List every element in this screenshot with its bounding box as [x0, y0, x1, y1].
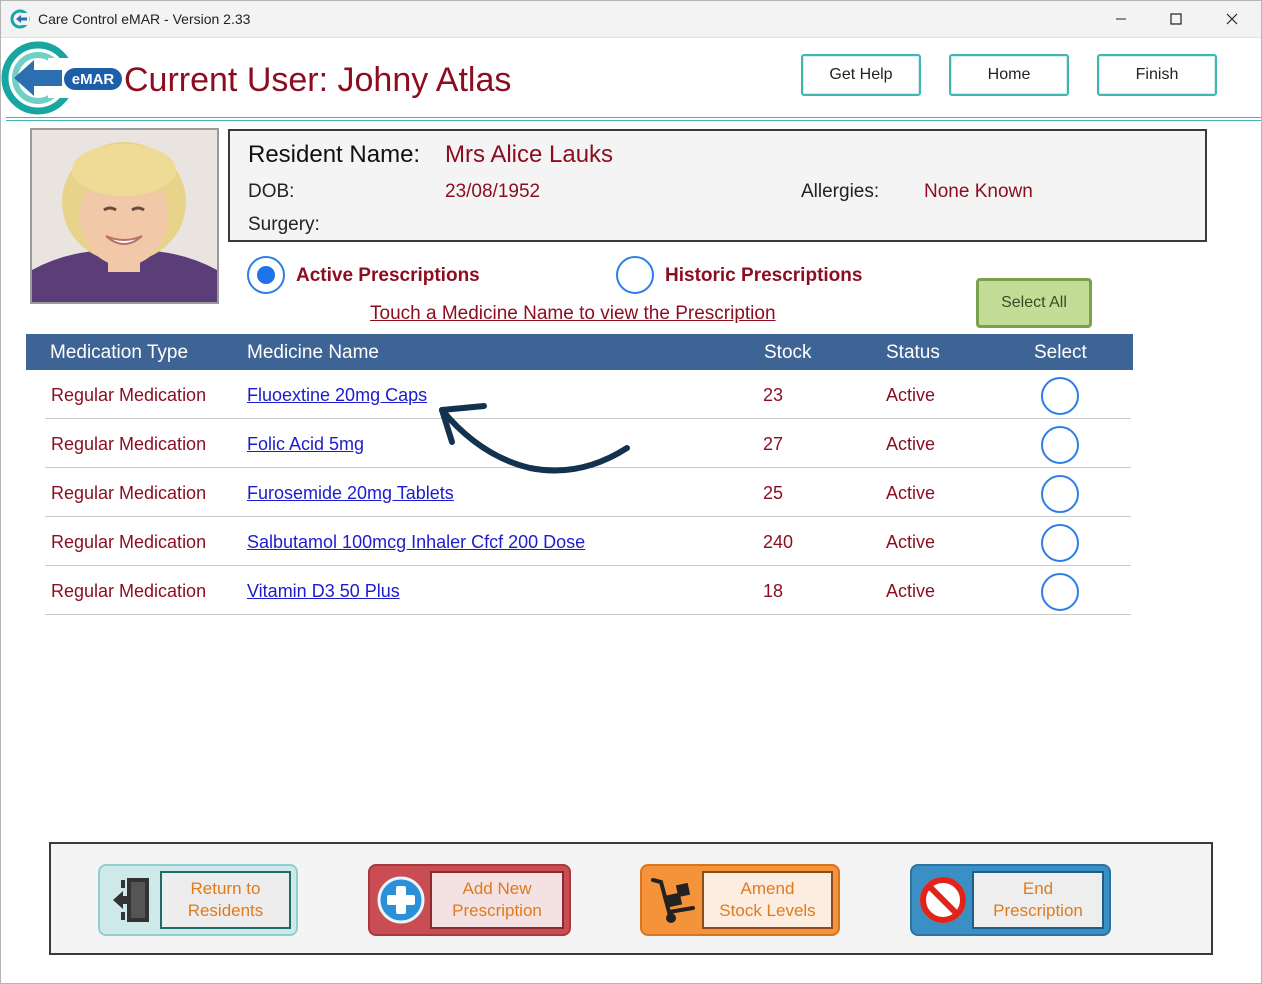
header-divider — [6, 117, 1262, 121]
action-bar: Return to Residents Add New Prescription… — [49, 842, 1213, 955]
amend-stock-levels-label: Amend Stock Levels — [702, 871, 833, 929]
column-header-status: Status — [886, 342, 940, 363]
historic-prescriptions-radio[interactable] — [616, 256, 654, 294]
home-button[interactable]: Home — [949, 54, 1069, 96]
medicine-name-link[interactable]: Fluoextine 20mg Caps — [247, 385, 427, 406]
medicine-name-link[interactable]: Salbutamol 100mcg Inhaler Cfcf 200 Dose — [247, 532, 585, 553]
medication-type-cell: Regular Medication — [51, 385, 207, 405]
row-select-radio[interactable] — [1041, 426, 1079, 464]
view-prescription-hint: Touch a Medicine Name to view the Prescr… — [370, 303, 776, 324]
row-select-radio[interactable] — [1041, 475, 1079, 513]
surgery-label: Surgery: — [248, 214, 320, 235]
allergies-label: Allergies: — [801, 181, 880, 202]
historic-prescriptions-label[interactable]: Historic Prescriptions — [665, 265, 862, 287]
row-select-radio[interactable] — [1041, 377, 1079, 415]
status-cell: Active — [886, 385, 936, 405]
dob-label: DOB: — [248, 181, 295, 202]
minimize-button[interactable] — [1098, 4, 1144, 34]
annotation-arrow-icon — [439, 403, 630, 474]
medicine-name-link[interactable]: Vitamin D3 50 Plus — [247, 581, 400, 602]
amend-stock-levels-button[interactable]: Amend Stock Levels — [640, 864, 840, 936]
medication-type-cell: Regular Medication — [51, 581, 207, 601]
resident-details-panel: Resident Name: Mrs Alice Lauks DOB: 23/0… — [228, 129, 1207, 242]
status-cell: Active — [886, 532, 936, 552]
row-select-radio[interactable] — [1041, 573, 1079, 611]
return-to-residents-button[interactable]: Return to Residents — [98, 864, 298, 936]
medicine-name-link[interactable]: Folic Acid 5mg — [247, 434, 364, 455]
medication-type-cell: Regular Medication — [51, 483, 207, 503]
prohibited-icon — [912, 866, 974, 934]
exit-door-icon — [100, 866, 162, 934]
medicine-name-link[interactable]: Furosemide 20mg Tablets — [247, 483, 454, 504]
end-prescription-label: End Prescription — [972, 871, 1104, 929]
emar-logo: eMAR — [1, 41, 122, 115]
row-select-radio[interactable] — [1041, 524, 1079, 562]
finish-button[interactable]: Finish — [1097, 54, 1217, 96]
window-titlebar: Care Control eMAR - Version 2.33 — [0, 0, 1262, 38]
add-new-prescription-button[interactable]: Add New Prescription — [368, 864, 571, 936]
active-prescriptions-radio[interactable] — [247, 256, 285, 294]
medication-table-header: Medication Type Medicine Name Stock Stat… — [26, 334, 1133, 370]
maximize-button[interactable] — [1153, 4, 1199, 34]
stock-cell: 27 — [763, 434, 784, 454]
status-cell: Active — [886, 434, 936, 454]
add-new-prescription-label: Add New Prescription — [430, 871, 564, 929]
return-to-residents-label: Return to Residents — [160, 871, 291, 929]
window-title: Care Control eMAR - Version 2.33 — [38, 11, 251, 27]
status-cell: Active — [886, 483, 936, 503]
table-row: Regular Medication Salbutamol 100mcg Inh… — [45, 517, 1131, 566]
stock-cell: 25 — [763, 483, 784, 503]
column-header-stock: Stock — [764, 342, 812, 363]
dob-value: 23/08/1952 — [445, 181, 541, 202]
column-header-name: Medicine Name — [247, 342, 379, 363]
medication-type-cell: Regular Medication — [51, 434, 207, 454]
status-cell: Active — [886, 581, 936, 601]
plus-icon — [370, 866, 432, 934]
maximize-icon — [1170, 13, 1182, 25]
resident-name-label: Resident Name: — [248, 141, 421, 168]
resident-photo — [30, 128, 219, 304]
resident-name-value: Mrs Alice Lauks — [445, 141, 614, 168]
app-logo-icon — [10, 9, 30, 29]
stock-cell: 23 — [763, 385, 784, 405]
stock-cell: 18 — [763, 581, 784, 601]
active-prescriptions-label[interactable]: Active Prescriptions — [296, 265, 480, 287]
end-prescription-button[interactable]: End Prescription — [910, 864, 1111, 936]
column-header-select: Select — [1034, 342, 1087, 363]
medication-type-cell: Regular Medication — [51, 532, 207, 552]
logo-text: eMAR — [72, 71, 115, 88]
column-header-type: Medication Type — [50, 342, 189, 363]
minimize-icon — [1116, 18, 1126, 20]
get-help-button[interactable]: Get Help — [801, 54, 921, 96]
current-user-title: Current User: Johny Atlas — [124, 61, 512, 99]
table-row: Regular Medication Vitamin D3 50 Plus 18… — [45, 566, 1131, 615]
allergies-value: None Known — [924, 181, 1033, 202]
stock-cell: 240 — [763, 532, 794, 552]
close-icon — [1226, 13, 1238, 25]
select-all-button[interactable]: Select All — [976, 278, 1092, 328]
close-button[interactable] — [1209, 4, 1255, 34]
hand-truck-icon — [642, 866, 704, 934]
